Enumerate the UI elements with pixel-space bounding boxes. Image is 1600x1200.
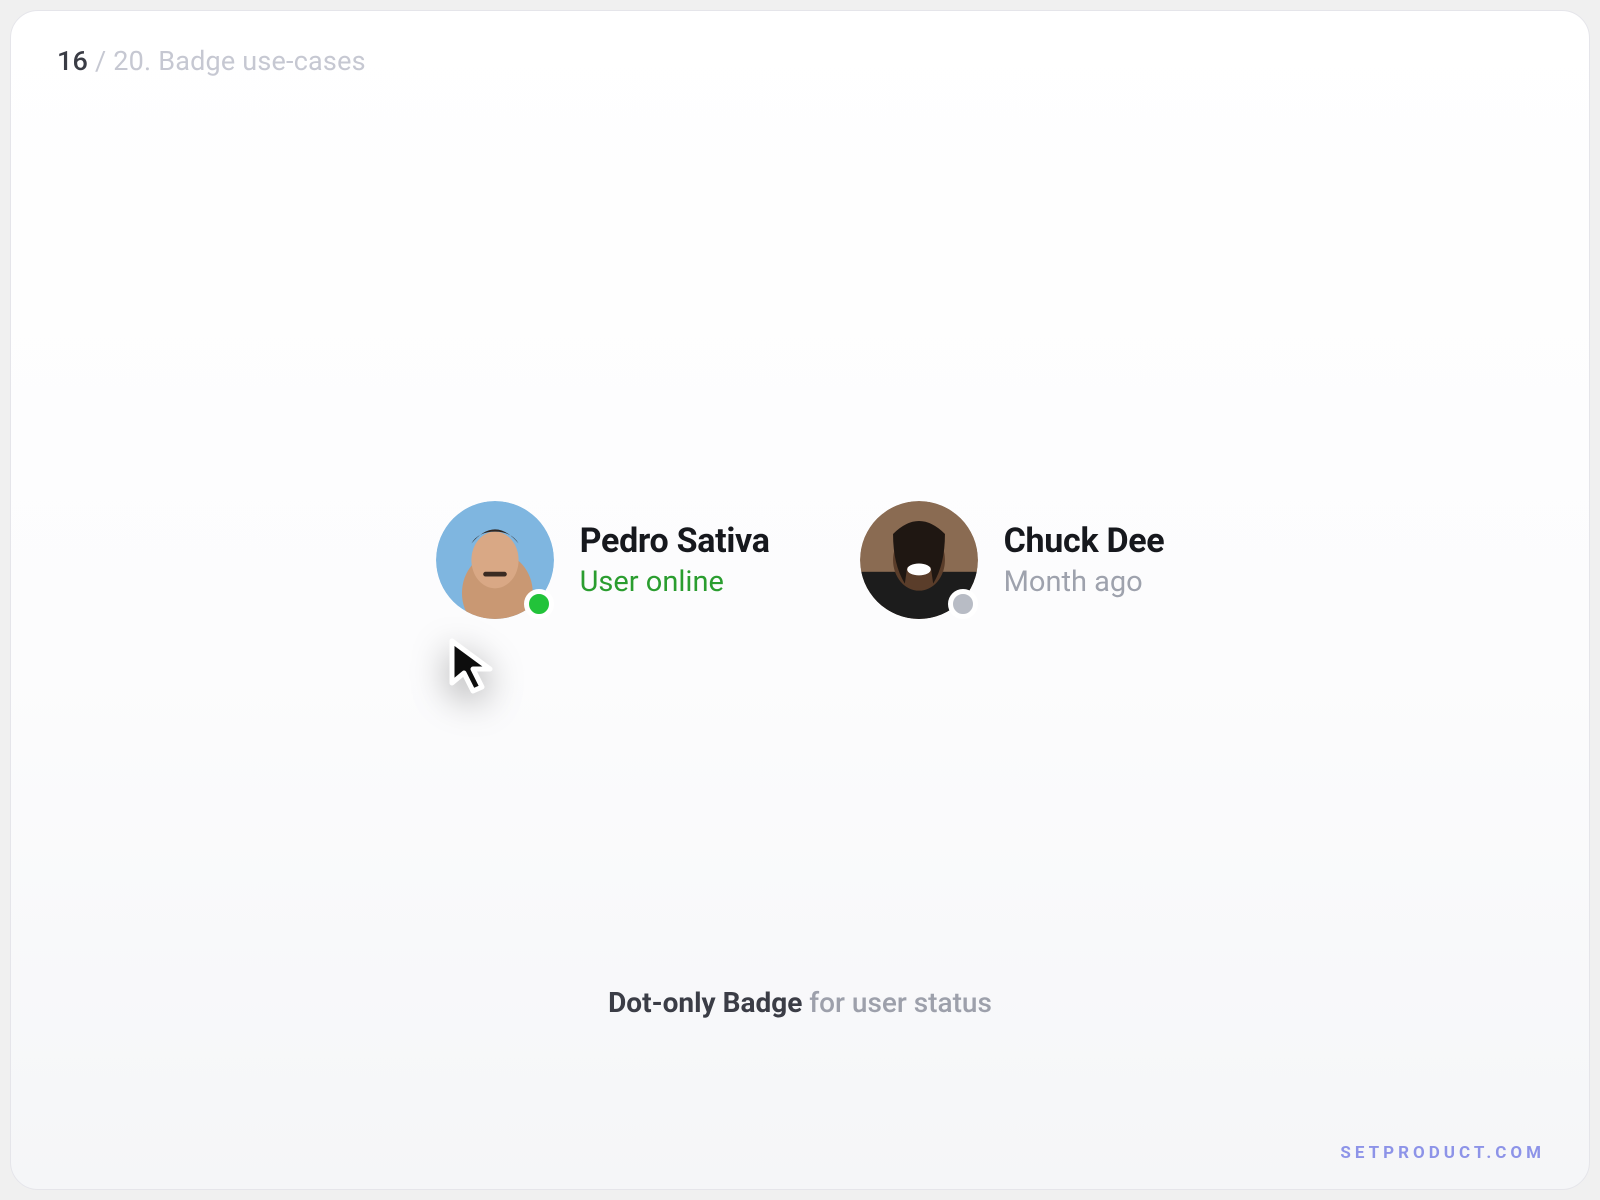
breadcrumb-current: 16 [57, 45, 88, 77]
slide-caption: Dot-only Badge for user status [11, 986, 1589, 1019]
user-status: User online [580, 565, 770, 599]
watermark: SETPRODUCT.COM [1340, 1143, 1545, 1163]
avatar-wrap [436, 501, 554, 619]
user-card[interactable]: Pedro Sativa User online [436, 501, 770, 619]
caption-strong: Dot-only Badge [608, 986, 802, 1019]
user-status: Month ago [1004, 565, 1165, 599]
status-dot-icon [948, 589, 978, 619]
breadcrumb-total: 20. Badge use-cases [113, 45, 365, 77]
user-text: Pedro Sativa User online [580, 521, 770, 599]
caption-rest: for user status [802, 986, 992, 1019]
breadcrumb: 16 / 20. Badge use-cases [57, 45, 366, 77]
user-card[interactable]: Chuck Dee Month ago [860, 501, 1165, 619]
cursor-icon [446, 637, 504, 699]
status-dot-icon [524, 589, 554, 619]
user-name: Pedro Sativa [580, 521, 770, 561]
user-cards-row: Pedro Sativa User online [11, 501, 1589, 619]
user-text: Chuck Dee Month ago [1004, 521, 1165, 599]
slide-frame: 16 / 20. Badge use-cases [10, 10, 1590, 1190]
user-name: Chuck Dee [1004, 521, 1165, 561]
avatar-wrap [860, 501, 978, 619]
breadcrumb-separator: / [88, 45, 113, 77]
